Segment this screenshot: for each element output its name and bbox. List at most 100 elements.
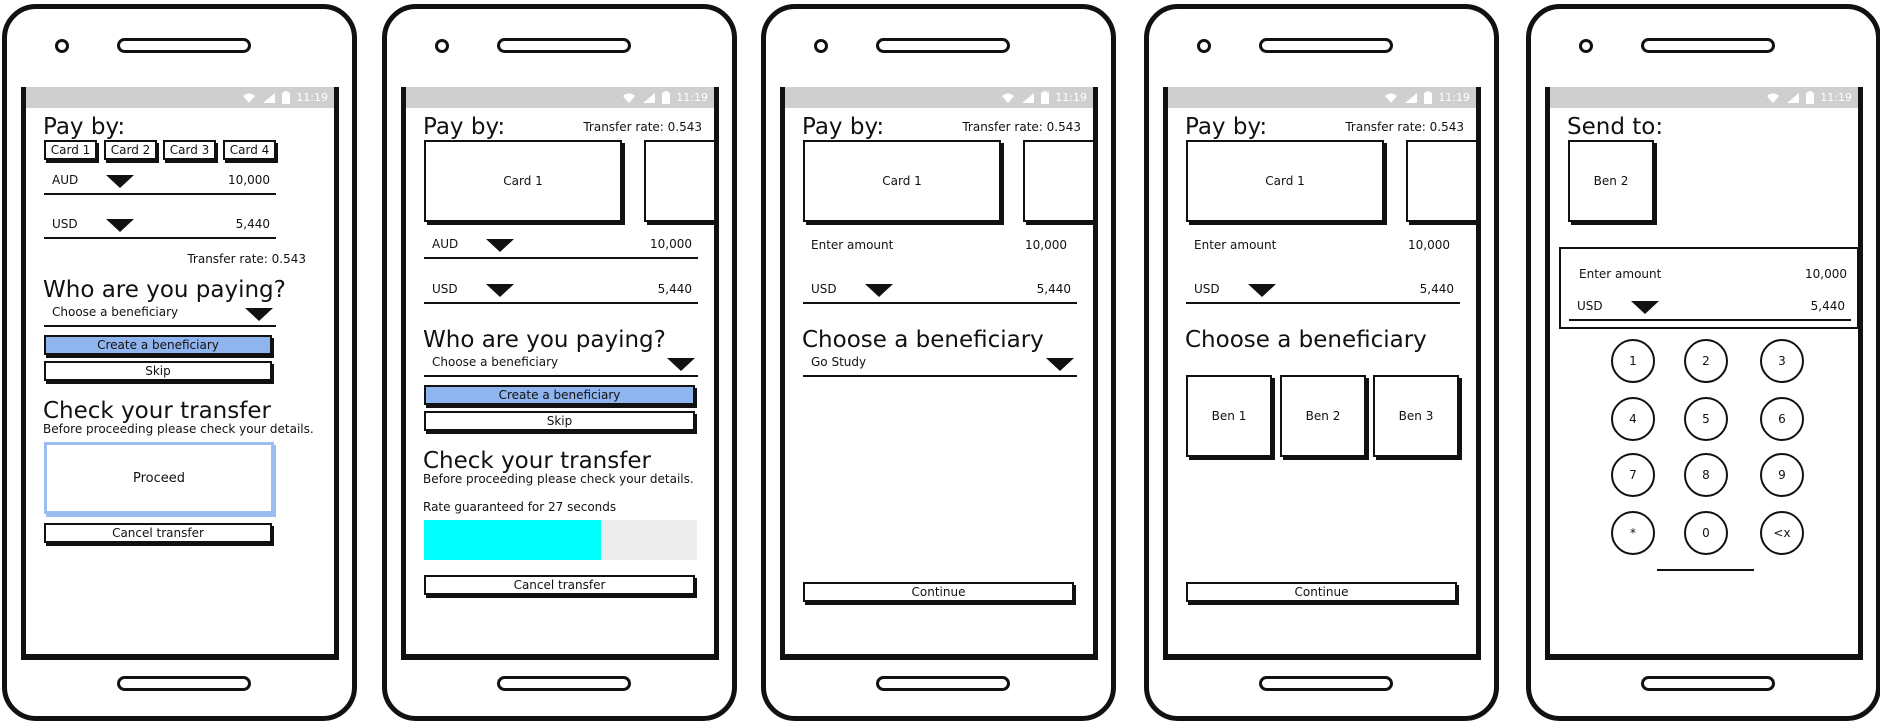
enter-amount-value[interactable]: 10,000 bbox=[1805, 267, 1847, 281]
beneficiary-select[interactable]: Go Study bbox=[803, 349, 1077, 377]
keypad-key-3[interactable]: 3 bbox=[1760, 339, 1804, 383]
from-amount-value: 10,000 bbox=[650, 237, 692, 251]
keypad-key-6[interactable]: 6 bbox=[1760, 397, 1804, 441]
from-currency-field[interactable]: AUD 10,000 bbox=[44, 167, 276, 195]
card-4-button[interactable]: Card 4 bbox=[223, 140, 276, 160]
keypad-key-8[interactable]: 8 bbox=[1684, 453, 1728, 497]
beneficiary-tile[interactable]: Ben 2 bbox=[1568, 140, 1654, 222]
keypad-key-5[interactable]: 5 bbox=[1684, 397, 1728, 441]
enter-amount-value[interactable]: 10,000 bbox=[1408, 238, 1450, 252]
create-beneficiary-button[interactable]: Create a beneficiary bbox=[44, 335, 272, 355]
card-1-tile[interactable]: Card 1 bbox=[803, 140, 1001, 222]
camera-icon bbox=[814, 39, 828, 53]
transfer-rate: Transfer rate: 0.543 bbox=[583, 120, 702, 134]
speaker-grille bbox=[117, 38, 251, 53]
from-currency-label: AUD bbox=[432, 237, 459, 251]
wifi-icon bbox=[243, 93, 256, 103]
wifi-icon bbox=[623, 93, 636, 103]
rate-guarantee-text: Rate guaranteed for 27 seconds bbox=[423, 500, 617, 514]
keypad-key-2[interactable]: 2 bbox=[1684, 339, 1728, 383]
keypad-key-star[interactable]: * bbox=[1611, 511, 1655, 555]
keypad-underline bbox=[1657, 569, 1754, 571]
screen-beneficiary-tiles: 11:19 Pay by: Transfer rate: 0.543 Card … bbox=[1163, 87, 1481, 660]
card-next-tile[interactable] bbox=[1023, 140, 1093, 222]
continue-button[interactable]: Continue bbox=[1186, 582, 1457, 602]
speaker-grille bbox=[1641, 38, 1775, 53]
chevron-down-icon bbox=[245, 308, 273, 321]
status-time: 11:19 bbox=[296, 91, 328, 104]
battery-icon bbox=[282, 91, 291, 104]
home-button[interactable] bbox=[1259, 676, 1393, 691]
status-time: 11:19 bbox=[1055, 91, 1087, 104]
to-currency-field[interactable]: USD 5,440 bbox=[424, 276, 698, 304]
beneficiary-tile-3[interactable]: Ben 3 bbox=[1373, 375, 1459, 457]
status-time: 11:19 bbox=[676, 91, 708, 104]
card-2-button[interactable]: Card 2 bbox=[104, 140, 157, 160]
status-bar: 11:19 bbox=[406, 87, 714, 108]
keypad-key-9[interactable]: 9 bbox=[1760, 453, 1804, 497]
beneficiary-selected-value: Go Study bbox=[811, 355, 867, 369]
heading-check-transfer: Check your transfer bbox=[423, 448, 651, 474]
to-currency-label: USD bbox=[432, 282, 458, 296]
proceed-button[interactable]: Proceed bbox=[44, 442, 274, 514]
card-next-tile[interactable] bbox=[644, 140, 714, 222]
camera-icon bbox=[1579, 39, 1593, 53]
signal-icon bbox=[643, 92, 656, 103]
beneficiary-tile-2[interactable]: Ben 2 bbox=[1280, 375, 1366, 457]
page-title: Pay by: bbox=[43, 114, 126, 140]
home-button[interactable] bbox=[1641, 676, 1775, 691]
to-currency-field[interactable]: USD 5,440 bbox=[1186, 276, 1460, 304]
chevron-down-icon bbox=[1631, 301, 1659, 314]
keypad-key-backspace[interactable]: <x bbox=[1760, 511, 1804, 555]
from-amount-value: 10,000 bbox=[228, 173, 270, 187]
skip-button[interactable]: Skip bbox=[424, 411, 695, 431]
card-1-tile[interactable]: Card 1 bbox=[1186, 140, 1384, 222]
beneficiary-select[interactable]: Choose a beneficiary bbox=[424, 349, 698, 377]
to-currency-field[interactable]: USD 5,440 bbox=[1569, 293, 1851, 321]
heading-check-transfer: Check your transfer bbox=[43, 398, 271, 424]
phone-frame-3: 11:19 Pay by: Transfer rate: 0.543 Card … bbox=[761, 4, 1116, 721]
battery-icon bbox=[1041, 91, 1050, 104]
phone-frame-1: 11:19 Pay by: Card 1 Card 2 Card 3 Card … bbox=[2, 4, 357, 721]
home-button[interactable] bbox=[876, 676, 1010, 691]
skip-button[interactable]: Skip bbox=[44, 361, 272, 381]
to-currency-field[interactable]: USD 5,440 bbox=[803, 276, 1077, 304]
rate-guarantee-progress bbox=[424, 520, 697, 560]
to-amount-value: 5,440 bbox=[1036, 282, 1071, 296]
keypad-key-0[interactable]: 0 bbox=[1684, 511, 1728, 555]
page-title: Pay by: bbox=[802, 114, 885, 140]
continue-button[interactable]: Continue bbox=[803, 582, 1074, 602]
cancel-transfer-button[interactable]: Cancel transfer bbox=[44, 523, 272, 543]
transfer-rate: Transfer rate: 0.543 bbox=[962, 120, 1081, 134]
signal-icon bbox=[1022, 92, 1035, 103]
enter-amount-value[interactable]: 10,000 bbox=[1025, 238, 1067, 252]
to-currency-label: USD bbox=[1194, 282, 1220, 296]
enter-amount-label: Enter amount bbox=[1579, 267, 1662, 281]
to-currency-label: USD bbox=[1577, 299, 1603, 313]
wifi-icon bbox=[1385, 93, 1398, 103]
beneficiary-select[interactable]: Choose a beneficiary bbox=[44, 299, 276, 327]
card-3-button[interactable]: Card 3 bbox=[163, 140, 216, 160]
card-1-button[interactable]: Card 1 bbox=[44, 140, 97, 160]
wifi-icon bbox=[1002, 93, 1015, 103]
keypad-key-1[interactable]: 1 bbox=[1611, 339, 1655, 383]
enter-amount-label: Enter amount bbox=[1194, 238, 1277, 252]
from-currency-field[interactable]: AUD 10,000 bbox=[424, 231, 698, 259]
home-button[interactable] bbox=[497, 676, 631, 691]
create-beneficiary-button[interactable]: Create a beneficiary bbox=[424, 385, 695, 405]
keypad-key-7[interactable]: 7 bbox=[1611, 453, 1655, 497]
speaker-grille bbox=[876, 38, 1010, 53]
card-1-tile[interactable]: Card 1 bbox=[424, 140, 622, 222]
status-bar: 11:19 bbox=[1168, 87, 1476, 108]
chevron-down-icon bbox=[865, 284, 893, 297]
cancel-transfer-button[interactable]: Cancel transfer bbox=[424, 575, 695, 595]
beneficiary-tile-1[interactable]: Ben 1 bbox=[1186, 375, 1272, 457]
to-currency-field[interactable]: USD 5,440 bbox=[44, 211, 276, 239]
card-next-tile[interactable] bbox=[1406, 140, 1476, 222]
chevron-down-icon bbox=[106, 219, 134, 232]
camera-icon bbox=[55, 39, 69, 53]
keypad-key-4[interactable]: 4 bbox=[1611, 397, 1655, 441]
home-button[interactable] bbox=[117, 676, 251, 691]
beneficiary-placeholder: Choose a beneficiary bbox=[52, 305, 179, 319]
camera-icon bbox=[1197, 39, 1211, 53]
